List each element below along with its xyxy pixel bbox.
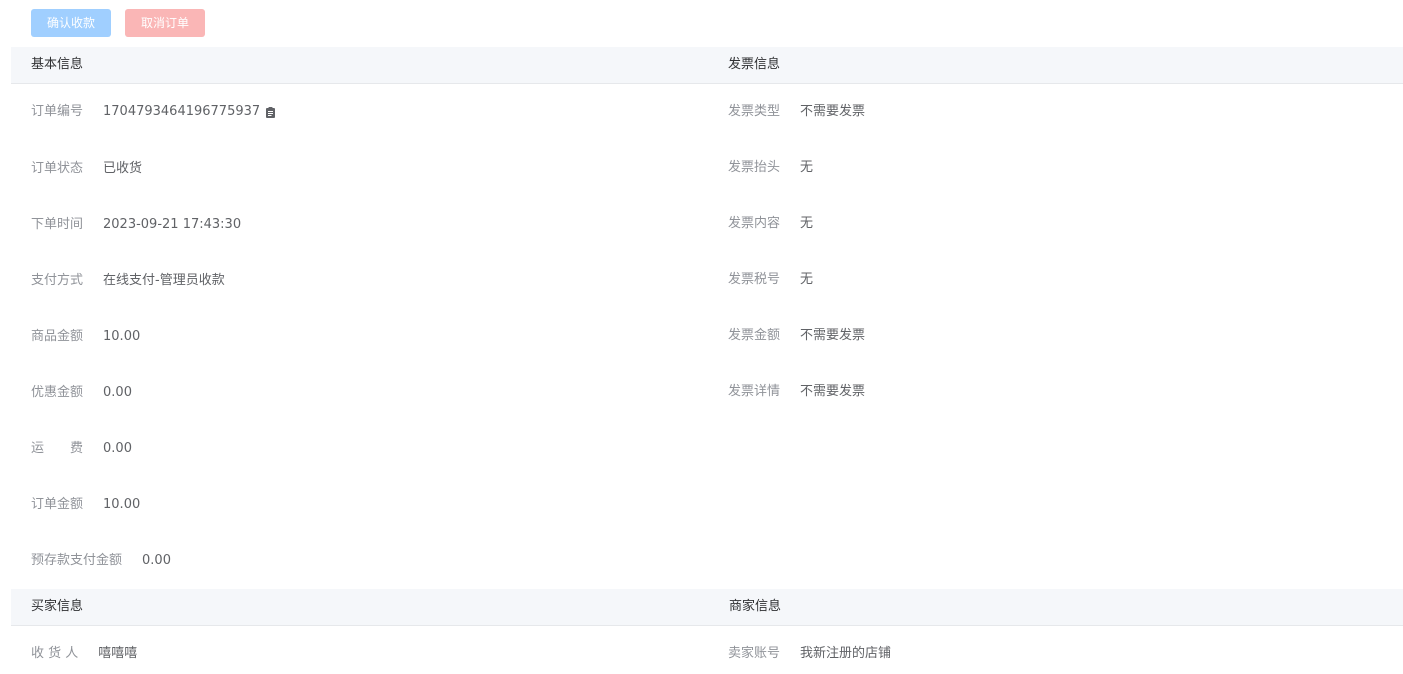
buyer-info-title: 买家信息 [31,599,84,614]
invoice-content-row: 发票内容 无 [728,214,813,234]
seller-account-label: 卖家账号 [728,646,781,661]
order-number-value: 1704793464196775937 [103,102,276,122]
deposit-payment-row: 预存款支付金额 0.00 [31,551,171,571]
shipping-fee-value: 0.00 [103,441,132,456]
seller-account-row: 卖家账号 我新注册的店铺 [728,644,891,664]
order-status-row: 订单状态 已收货 [31,159,142,179]
invoice-detail-row: 发票详情 不需要发票 [728,382,865,402]
order-time-label: 下单时间 [31,217,84,232]
consignee-value: 嘻嘻嘻 [98,646,138,661]
goods-amount-value: 10.00 [103,329,141,344]
order-amount-row: 订单金额 10.00 [31,495,140,515]
invoice-header-value: 无 [800,160,814,175]
basic-info-title: 基本信息 [31,57,84,72]
invoice-content-value: 无 [800,216,814,231]
shipping-fee-label: 运 费 [31,441,84,456]
payment-method-row: 支付方式 在线支付-管理员收款 [31,271,225,291]
goods-amount-row: 商品金额 10.00 [31,327,140,347]
invoice-tax-number-label: 发票税号 [728,272,781,287]
payment-method-label: 支付方式 [31,273,84,288]
invoice-tax-number-row: 发票税号 无 [728,270,813,290]
discount-amount-value: 0.00 [103,385,132,400]
payment-method-value: 在线支付-管理员收款 [103,273,225,288]
order-number-label: 订单编号 [31,104,84,119]
consignee-label: 收 货 人 [31,646,79,661]
cancel-order-button[interactable]: 取消订单 [125,9,205,37]
invoice-amount-row: 发票金额 不需要发票 [728,326,865,346]
section-header-buyer-seller: 买家信息 商家信息 [11,589,1403,626]
invoice-amount-value: 不需要发票 [800,328,866,343]
order-status-label: 订单状态 [31,161,84,176]
invoice-amount-label: 发票金额 [728,328,781,343]
order-amount-value: 10.00 [103,497,141,512]
order-number-text: 1704793464196775937 [103,104,261,119]
section-header-basic-invoice: 基本信息 发票信息 [11,47,1403,84]
discount-amount-row: 优惠金额 0.00 [31,383,132,403]
invoice-type-row: 发票类型 不需要发票 [728,102,865,122]
action-toolbar: 确认收款 取消订单 [31,9,205,37]
discount-amount-label: 优惠金额 [31,385,84,400]
invoice-type-value: 不需要发票 [800,104,866,119]
seller-info-title: 商家信息 [729,599,782,614]
order-number-row: 订单编号 1704793464196775937 [31,102,276,122]
invoice-info-title: 发票信息 [728,57,781,72]
order-status-value: 已收货 [103,161,143,176]
seller-account-value: 我新注册的店铺 [800,646,892,661]
order-time-row: 下单时间 2023-09-21 17:43:30 [31,215,241,235]
goods-amount-label: 商品金额 [31,329,84,344]
invoice-detail-label: 发票详情 [728,384,781,399]
order-amount-label: 订单金额 [31,497,84,512]
deposit-payment-value: 0.00 [142,553,171,568]
shipping-fee-row: 运 费 0.00 [31,439,132,459]
order-detail-page: 确认收款 取消订单 基本信息 发票信息 订单编号 170479346419677… [0,0,1403,674]
invoice-tax-number-value: 无 [800,272,814,287]
invoice-header-row: 发票抬头 无 [728,158,813,178]
order-time-value: 2023-09-21 17:43:30 [103,217,242,232]
deposit-payment-label: 预存款支付金额 [31,553,123,568]
invoice-content-label: 发票内容 [728,216,781,231]
invoice-type-label: 发票类型 [728,104,781,119]
invoice-detail-value: 不需要发票 [800,384,866,399]
confirm-payment-button[interactable]: 确认收款 [31,9,111,37]
consignee-row: 收 货 人 嘻嘻嘻 [31,644,137,664]
invoice-header-label: 发票抬头 [728,160,781,175]
clipboard-icon[interactable] [266,106,276,118]
